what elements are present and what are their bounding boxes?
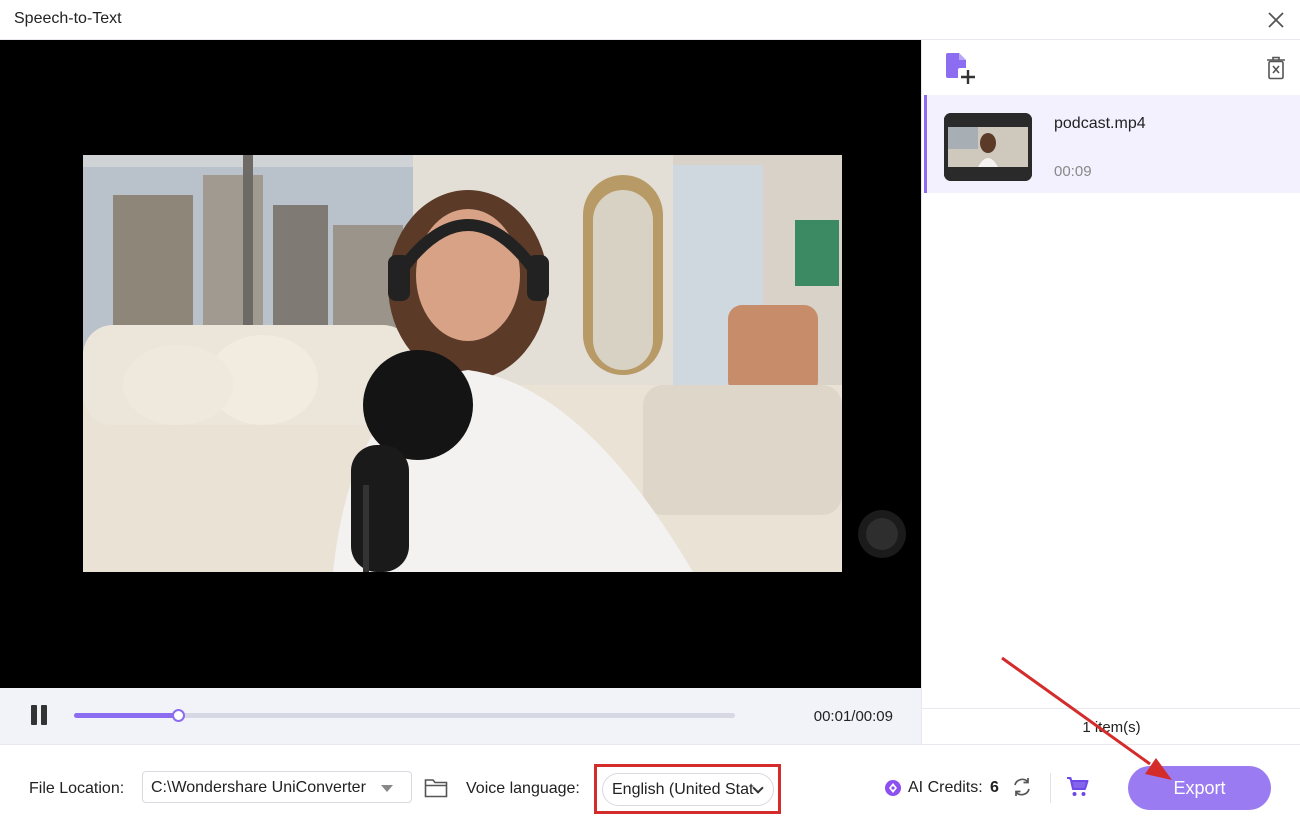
close-icon	[1268, 12, 1284, 28]
progress-track[interactable]	[74, 709, 735, 722]
file-panel: podcast.mp4 00:09 1 item(s)	[921, 40, 1300, 744]
ai-credits-icon	[885, 780, 901, 796]
store-button[interactable]	[1066, 776, 1090, 798]
open-folder-button[interactable]	[424, 777, 448, 799]
video-frame	[83, 155, 842, 572]
video-still-image	[83, 155, 842, 572]
pause-icon	[31, 705, 37, 725]
item-count: 1 item(s)	[1082, 719, 1141, 736]
chevron-down-icon	[752, 782, 764, 794]
progress-fill	[74, 713, 178, 718]
thumbnail-image	[944, 113, 1032, 181]
refresh-credits-button[interactable]	[1011, 776, 1033, 798]
file-duration: 00:09	[1054, 163, 1092, 180]
file-location-label: File Location:	[29, 780, 125, 797]
add-file-button[interactable]	[944, 52, 978, 86]
delete-icon	[1267, 56, 1285, 80]
time-readout: 00:01/00:09	[813, 708, 893, 725]
refresh-icon	[1014, 778, 1030, 796]
panel-toolbar	[922, 40, 1300, 94]
divider	[1050, 773, 1051, 803]
item-count-bar: 1 item(s)	[922, 708, 1300, 744]
file-name: podcast.mp4	[1054, 115, 1146, 132]
voice-language-select[interactable]: English (United Stat	[602, 773, 774, 806]
overlay-button[interactable]	[858, 510, 906, 558]
voice-language-value: English (United Stat	[612, 781, 754, 798]
export-button[interactable]: Export	[1128, 766, 1271, 810]
close-button[interactable]	[1262, 6, 1290, 34]
ai-credits-value: 6	[990, 779, 999, 796]
add-file-icon	[946, 53, 975, 84]
playback-controls: 00:01/00:09	[0, 688, 921, 744]
video-player[interactable]	[0, 40, 921, 688]
ai-credits-label: AI Credits:	[908, 779, 983, 796]
chevron-down-icon	[381, 785, 393, 792]
voice-language-label: Voice language:	[466, 780, 580, 797]
title-bar: Speech-to-Text	[0, 0, 1300, 40]
delete-all-button[interactable]	[1265, 56, 1287, 80]
file-thumbnail	[944, 113, 1032, 181]
progress-handle[interactable]	[171, 709, 185, 722]
pause-button[interactable]	[28, 705, 50, 727]
folder-icon	[424, 779, 448, 798]
footer-bar: File Location: C:\Wondershare UniConvert…	[0, 744, 1300, 829]
window-title: Speech-to-Text	[14, 10, 122, 27]
file-location-value: C:\Wondershare UniConverter	[151, 779, 366, 796]
cart-icon	[1067, 777, 1089, 796]
file-list-item[interactable]: podcast.mp4 00:09	[924, 95, 1300, 193]
file-location-select[interactable]: C:\Wondershare UniConverter	[142, 771, 412, 803]
voice-language-highlight-box: English (United Stat	[594, 764, 781, 814]
